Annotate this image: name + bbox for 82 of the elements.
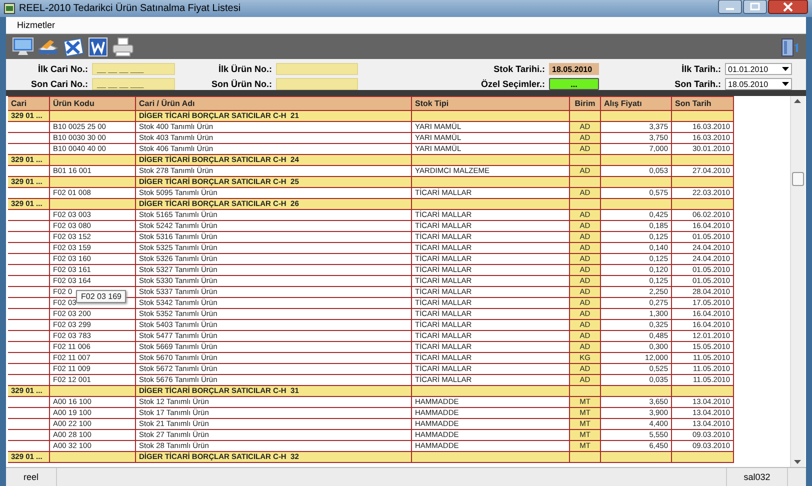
minimize-icon[interactable] xyxy=(718,0,742,14)
date-field[interactable]: 18.05.2010 xyxy=(549,63,599,75)
printer-icon[interactable] xyxy=(112,36,134,56)
date-dropdown[interactable]: 18.05.2010 xyxy=(725,78,792,90)
field-label: Son Ürün No.: xyxy=(210,79,272,89)
column-header[interactable]: Cari / Ürün Adı xyxy=(136,97,412,111)
table-cell xyxy=(8,133,50,144)
table-cell xyxy=(8,243,50,254)
table-cell xyxy=(570,199,601,210)
close-icon[interactable] xyxy=(768,0,808,14)
maximize-icon[interactable] xyxy=(743,0,767,14)
input-field[interactable] xyxy=(276,78,358,90)
table-cell xyxy=(601,452,672,463)
column-header[interactable]: Stok Tipi xyxy=(412,97,570,111)
table-cell xyxy=(8,408,50,419)
table-cell xyxy=(601,177,672,188)
table-cell xyxy=(8,221,50,232)
document-icon[interactable] xyxy=(87,36,109,56)
table-cell xyxy=(672,452,734,463)
field-label: Son Cari No.: xyxy=(30,79,88,89)
column-header[interactable]: Birim xyxy=(570,97,601,111)
column-header[interactable]: Ürün Kodu xyxy=(50,97,136,111)
table-cell xyxy=(601,386,672,397)
table-cell xyxy=(672,155,734,166)
field-label: İlk Cari No.: xyxy=(36,64,88,74)
window-title: REEL-2010 Tedarikci Ürün Satınalma Fiyat Listesi xyxy=(19,3,242,14)
table-cell xyxy=(570,452,601,463)
date-dropdown[interactable]: 01.01.2010 xyxy=(725,63,792,75)
field-label: Stok Tarihi.: xyxy=(492,64,545,74)
menu-item[interactable]: Hizmetler xyxy=(14,19,58,31)
table-cell xyxy=(8,353,50,364)
input-field[interactable] xyxy=(276,63,358,75)
scroll-up-icon[interactable] xyxy=(794,99,801,103)
field-label: Özel Seçimler.: xyxy=(480,79,545,89)
table-cell xyxy=(672,177,734,188)
table-cell xyxy=(672,111,734,122)
table-cell xyxy=(601,199,672,210)
table-cell xyxy=(8,210,50,221)
column-header[interactable]: Cari xyxy=(8,97,50,111)
table-cell xyxy=(8,298,50,309)
table-cell xyxy=(672,386,734,397)
column-header[interactable]: Son Tarih xyxy=(672,97,734,111)
column-header[interactable]: Alış Fiyatı xyxy=(601,97,672,111)
selection-button[interactable]: ... xyxy=(549,78,599,90)
status-text: reel xyxy=(6,468,57,486)
table-cell xyxy=(8,331,50,342)
app-icon xyxy=(4,3,15,14)
tooltip: F02 03 169 xyxy=(76,290,126,303)
caret-icon[interactable] xyxy=(782,82,789,86)
monitor-icon[interactable] xyxy=(12,36,34,56)
input-field[interactable]: __ __ __ ___ xyxy=(92,78,175,90)
table-cell xyxy=(8,419,50,430)
table-cell xyxy=(8,287,50,298)
table-cell xyxy=(8,320,50,331)
table-cell xyxy=(570,177,601,188)
table-cell xyxy=(8,364,50,375)
input-field[interactable]: __ __ __ ___ xyxy=(92,63,175,75)
field-label: Son Tarih.: xyxy=(674,79,721,89)
scrollbar[interactable] xyxy=(790,96,805,467)
scroll-thumb[interactable] xyxy=(792,172,804,186)
scroll-down-icon[interactable] xyxy=(794,460,801,464)
spreadsheet-icon[interactable] xyxy=(62,36,84,56)
table-cell xyxy=(8,232,50,243)
table-cell xyxy=(8,276,50,287)
field-label: İlk Ürün No.: xyxy=(218,64,272,74)
table-cell xyxy=(8,309,50,320)
caret-icon[interactable] xyxy=(782,67,789,71)
table-cell xyxy=(8,397,50,408)
table-cell xyxy=(601,111,672,122)
table-cell xyxy=(601,155,672,166)
table-cell xyxy=(570,155,601,166)
table-cell xyxy=(8,342,50,353)
exit-icon[interactable] xyxy=(780,36,800,56)
table-cell xyxy=(570,111,601,122)
status-text: sal032 xyxy=(726,468,788,486)
field-label: İlk Tarih.: xyxy=(680,64,721,74)
table-cell xyxy=(570,386,601,397)
table-cell xyxy=(8,265,50,276)
table-cell xyxy=(672,199,734,210)
table-cell xyxy=(8,254,50,265)
table-cell xyxy=(8,430,50,441)
table-cell xyxy=(8,122,50,133)
